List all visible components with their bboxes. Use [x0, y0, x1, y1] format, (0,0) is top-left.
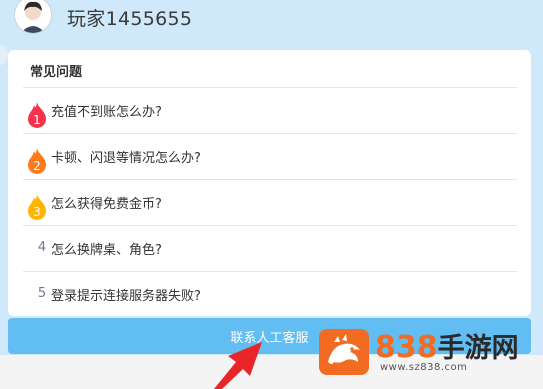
faq-item-3[interactable]: 3 怎么获得免费金币?: [23, 179, 517, 226]
svg-text:2: 2: [33, 159, 41, 173]
faq-item-1[interactable]: 1 充值不到账怎么办?: [23, 87, 517, 134]
watermark-url: www.sz838.com: [380, 362, 468, 373]
rank-1-flame-icon: 1: [28, 102, 46, 128]
faq-item-2[interactable]: 2 卡顿、闪退等情况怎么办?: [23, 133, 517, 180]
faq-item-5-number: 5: [37, 286, 47, 301]
faq-item-5-text: 登录提示连接服务器失败?: [51, 289, 201, 304]
rank-2-flame-icon: 2: [28, 148, 46, 174]
svg-text:1: 1: [33, 113, 41, 127]
username: 玩家1455655: [67, 8, 193, 30]
faq-item-2-text: 卡顿、闪退等情况怎么办?: [51, 151, 201, 166]
faq-card: 常见问题 1 充值不到账怎么办? 2 卡顿、闪退等情况怎么办? 3 怎么获得免费…: [8, 50, 531, 316]
svg-text:3: 3: [33, 205, 41, 219]
faq-title: 常见问题: [30, 65, 83, 80]
red-arrow-annotation-icon: [214, 342, 262, 389]
faq-item-4[interactable]: 4 怎么换牌桌、角色?: [23, 225, 517, 272]
faq-item-4-text: 怎么换牌桌、角色?: [51, 243, 162, 258]
watermark-brand: 838手游网: [375, 326, 519, 365]
faq-item-1-text: 充值不到账怎么办?: [51, 105, 162, 120]
faq-item-5[interactable]: 5 登录提示连接服务器失败?: [23, 271, 517, 318]
side-tab[interactable]: [0, 44, 8, 66]
watermark-brand-number: 838: [375, 330, 438, 365]
avatar[interactable]: [14, 0, 52, 34]
faq-item-4-number: 4: [37, 240, 47, 255]
faq-item-3-text: 怎么获得免费金币?: [51, 197, 162, 212]
watermark-brand-text: 手游网: [437, 333, 519, 364]
watermark-dragon-logo-icon: [319, 329, 369, 375]
rank-3-flame-icon: 3: [28, 194, 46, 220]
header: 玩家1455655: [0, 0, 543, 38]
